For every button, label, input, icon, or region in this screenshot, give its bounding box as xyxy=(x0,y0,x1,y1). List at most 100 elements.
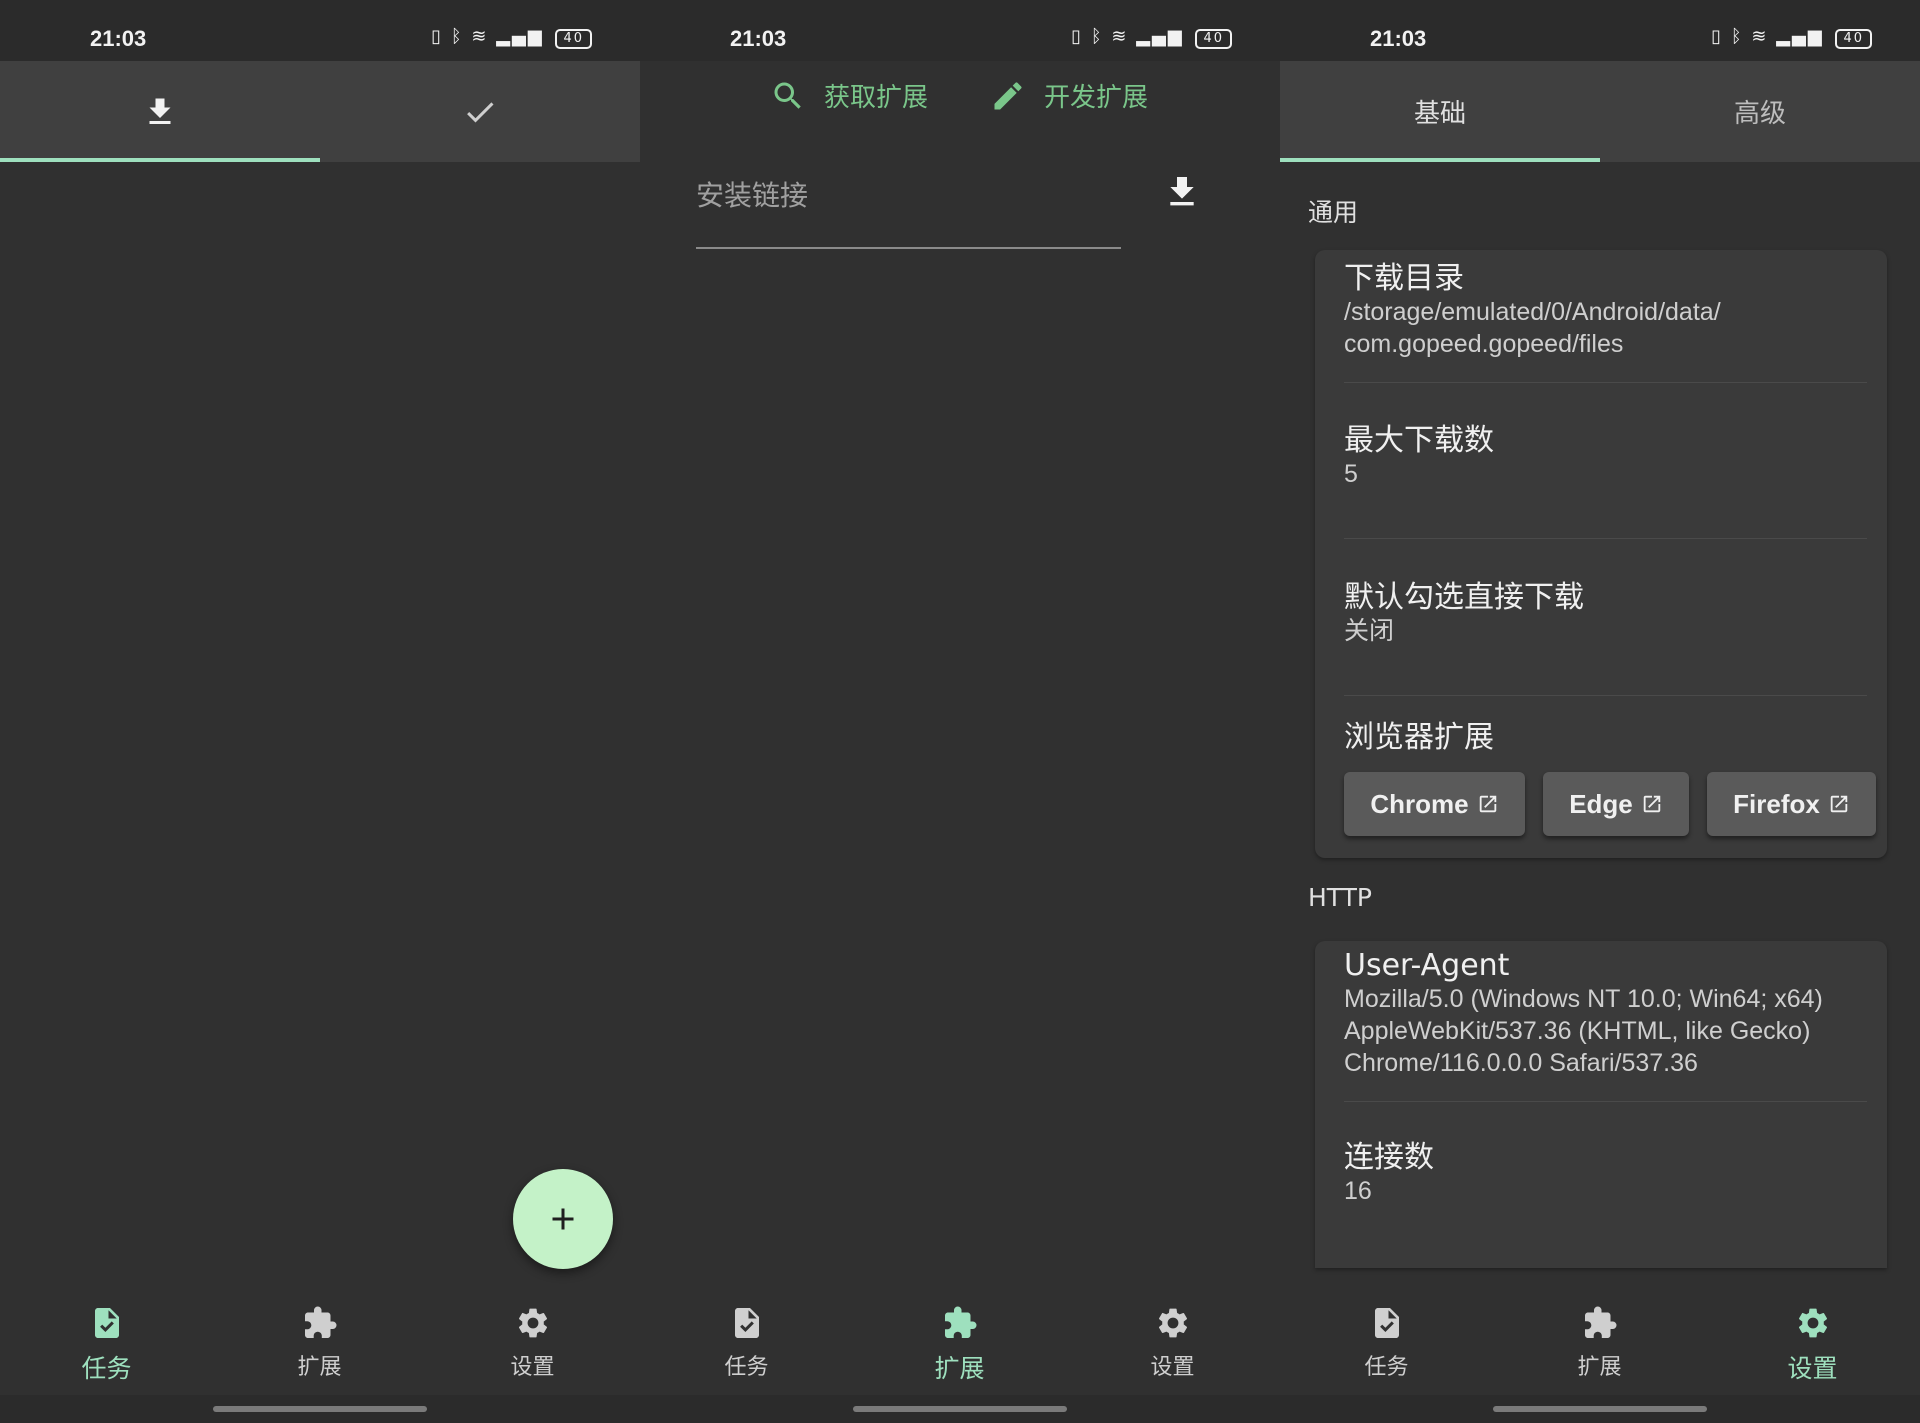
signal-5g-icon: ▂▄▆ xyxy=(496,26,544,47)
setting-value: 关闭 xyxy=(1344,617,1395,645)
setting-max-downloads[interactable]: 最大下载数 5 xyxy=(1344,424,1867,490)
settings-screen: 21:03 ▯ ᛒ ≋ ▂▄▆ 40 基础 高级 通用 下载目录 /storag… xyxy=(1280,0,1920,1423)
get-extension-button[interactable]: 获取扩展 xyxy=(770,77,928,114)
divider xyxy=(1344,695,1867,696)
setting-title: 默认勾选直接下载 xyxy=(1344,580,1584,615)
status-time: 21:03 xyxy=(730,26,787,51)
install-button[interactable] xyxy=(1162,172,1202,212)
setting-title: 连接数 xyxy=(1344,1140,1434,1175)
wifi-icon: ≋ xyxy=(471,26,489,47)
external-link-icon xyxy=(1643,795,1661,813)
check-icon xyxy=(467,101,494,122)
nav-tasks[interactable]: 任务 xyxy=(0,1305,213,1395)
nav-label-tasks: 任务 xyxy=(724,1355,769,1380)
gear-icon xyxy=(1798,1308,1827,1338)
status-time: 21:03 xyxy=(90,26,147,51)
add-task-button[interactable] xyxy=(513,1169,613,1269)
install-url-field xyxy=(696,165,1121,249)
setting-value: 5 xyxy=(1344,460,1358,488)
home-indicator[interactable] xyxy=(213,1406,427,1412)
setting-connections[interactable]: 连接数 16 xyxy=(1344,1141,1867,1207)
firefox-label: Firefox xyxy=(1733,788,1820,819)
screenshot-stage: 21:03 ▯ ᛒ ≋ ▂▄▆ 40 任务 扩展 设置 21:03 ▯ ᛒ ≋ … xyxy=(0,0,1920,1423)
tab-indicator xyxy=(0,158,320,162)
status-bar: 21:03 ▯ ᛒ ≋ ▂▄▆ 40 xyxy=(1280,0,1920,61)
setting-value: com.gopeed.gopeed/files xyxy=(1344,330,1624,358)
download-icon xyxy=(149,98,171,124)
vibrate-icon: ▯ xyxy=(1711,26,1724,47)
section-title-http: HTTP xyxy=(1308,883,1372,912)
setting-title: User-Agent xyxy=(1344,948,1510,983)
nav-extensions[interactable]: 扩展 xyxy=(853,1305,1066,1395)
vibrate-icon: ▯ xyxy=(1071,26,1084,47)
setting-value: AppleWebKit/537.36 (KHTML, like Gecko) xyxy=(1344,1017,1811,1045)
bottom-nav: 任务 扩展 设置 xyxy=(1280,1287,1920,1395)
search-icon xyxy=(774,82,801,109)
status-icons: ▯ ᛒ ≋ ▂▄▆ 40 xyxy=(1711,26,1872,49)
setting-value: Chrome/116.0.0.0 Safari/537.36 xyxy=(1344,1049,1698,1077)
setting-title: 浏览器扩展 xyxy=(1344,720,1494,755)
setting-default-direct-download[interactable]: 默认勾选直接下载 关闭 xyxy=(1344,581,1867,647)
tab-advanced[interactable]: 高级 xyxy=(1600,61,1920,162)
setting-title: 最大下载数 xyxy=(1344,423,1494,458)
tab-basic[interactable]: 基础 xyxy=(1280,61,1600,162)
external-link-icon xyxy=(1830,795,1848,813)
edit-icon xyxy=(994,81,1022,109)
get-extension-label: 获取扩展 xyxy=(824,83,929,113)
nav-settings[interactable]: 设置 xyxy=(1706,1305,1919,1395)
http-settings-card: User-Agent Mozilla/5.0 (Windows NT 10.0;… xyxy=(1315,941,1887,1268)
edge-label: Edge xyxy=(1569,788,1633,819)
tab-downloading[interactable] xyxy=(0,61,320,162)
nav-tasks[interactable]: 任务 xyxy=(640,1305,853,1395)
divider xyxy=(1344,538,1867,539)
develop-extension-button[interactable]: 开发扩展 xyxy=(990,77,1148,114)
puzzle-icon xyxy=(304,1306,336,1338)
tab-completed[interactable] xyxy=(320,61,640,162)
status-bar: 21:03 ▯ ᛒ ≋ ▂▄▆ 40 xyxy=(0,0,640,61)
gear-icon xyxy=(518,1308,547,1338)
extensions-screen: 21:03 ▯ ᛒ ≋ ▂▄▆ 40 获取扩展 开发扩展 安装链接 任务 扩展 … xyxy=(640,0,1280,1423)
nav-label-settings: 设置 xyxy=(510,1355,555,1380)
battery-icon: 40 xyxy=(1195,29,1232,49)
home-indicator[interactable] xyxy=(1493,1406,1707,1412)
setting-value: /storage/emulated/0/Android/data/ xyxy=(1344,298,1721,326)
setting-download-dir[interactable]: 下载目录 /storage/emulated/0/Android/data/ c… xyxy=(1344,262,1867,360)
signal-5g-icon: ▂▄▆ xyxy=(1776,26,1824,47)
nav-tasks[interactable]: 任务 xyxy=(1280,1305,1493,1395)
wifi-icon: ≋ xyxy=(1111,26,1129,47)
setting-user-agent[interactable]: User-Agent Mozilla/5.0 (Windows NT 10.0;… xyxy=(1344,949,1867,1079)
bluetooth-icon: ᛒ xyxy=(450,26,464,47)
battery-icon: 40 xyxy=(1835,29,1872,49)
divider xyxy=(1344,1101,1867,1102)
status-bar: 21:03 ▯ ᛒ ≋ ▂▄▆ 40 xyxy=(640,0,1280,61)
divider xyxy=(1344,382,1867,383)
setting-browser-extension: 浏览器扩展 xyxy=(1344,721,1867,755)
install-url-input[interactable] xyxy=(696,165,1121,225)
setting-value: 16 xyxy=(1344,1177,1372,1205)
status-icons: ▯ ᛒ ≋ ▂▄▆ 40 xyxy=(1071,26,1232,49)
external-link-icon xyxy=(1479,795,1496,813)
task-icon xyxy=(1374,1308,1399,1338)
puzzle-icon xyxy=(1584,1306,1616,1338)
nav-settings[interactable]: 设置 xyxy=(426,1305,639,1395)
bluetooth-icon: ᛒ xyxy=(1730,26,1744,47)
task-icon xyxy=(94,1308,119,1338)
vibrate-icon: ▯ xyxy=(431,26,444,47)
edge-extension-button[interactable]: Edge xyxy=(1543,772,1689,836)
home-indicator[interactable] xyxy=(853,1406,1067,1412)
bottom-nav: 任务 扩展 设置 xyxy=(640,1287,1280,1395)
nav-extensions[interactable]: 扩展 xyxy=(213,1305,426,1395)
wifi-icon: ≋ xyxy=(1751,26,1769,47)
nav-label-tasks: 任务 xyxy=(81,1354,132,1383)
chrome-extension-button[interactable]: Chrome xyxy=(1344,772,1525,836)
battery-icon: 40 xyxy=(555,29,592,49)
nav-extensions[interactable]: 扩展 xyxy=(1493,1305,1706,1395)
firefox-extension-button[interactable]: Firefox xyxy=(1707,772,1876,836)
nav-label-settings: 设置 xyxy=(1150,1355,1195,1380)
nav-label-extensions: 扩展 xyxy=(934,1354,985,1383)
bottom-nav: 任务 扩展 设置 xyxy=(0,1287,640,1395)
nav-settings[interactable]: 设置 xyxy=(1066,1305,1279,1395)
status-icons: ▯ ᛒ ≋ ▂▄▆ 40 xyxy=(431,26,592,49)
task-tabs xyxy=(0,61,640,162)
bluetooth-icon: ᛒ xyxy=(1090,26,1104,47)
